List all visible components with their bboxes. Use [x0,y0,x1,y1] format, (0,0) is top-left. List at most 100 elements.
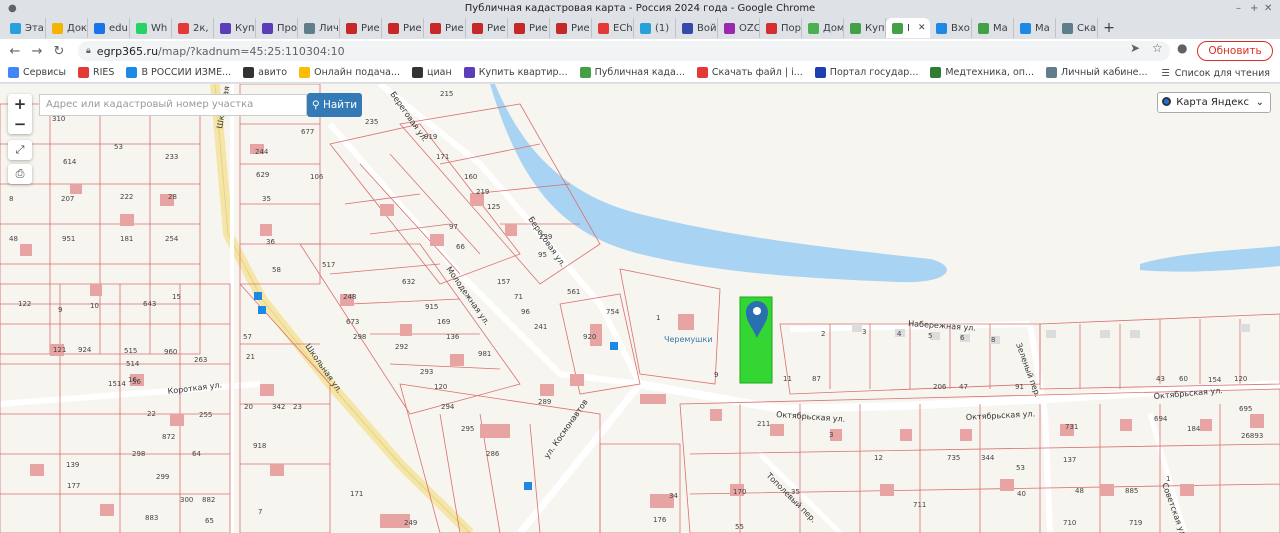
parcel-number: 65 [205,517,214,525]
tab-favicon-icon [808,22,819,34]
parcel-number: 157 [497,278,510,286]
tab-favicon-icon [52,22,63,34]
parcel-number: 298 [132,450,145,458]
bookmark-label: Личный кабине... [1061,67,1148,78]
parcel-number: 342 [272,403,285,411]
zoom-in-button[interactable]: + [8,94,32,114]
browser-tab[interactable]: Ма [1014,18,1056,38]
browser-tab[interactable]: Ска [1056,18,1098,38]
fullscreen-icon[interactable]: ⤢ [8,140,32,160]
browser-tab[interactable]: Лич [298,18,340,38]
browser-tab[interactable]: Рие [508,18,550,38]
address-bar[interactable]: 🔒︎ egrp365.ru/map/?kadnum=45:25:110304:1… [78,41,1170,61]
parcel-number: 263 [194,356,207,364]
parcel-number: 106 [310,173,324,181]
bookmark-item[interactable]: авито [243,67,287,78]
search-icon: ⚲ [311,99,320,111]
map-layer-select[interactable]: Карта Яндекс ⌄ [1157,92,1271,113]
browser-tab[interactable]: Куп [214,18,256,38]
tab-label: Вхо [951,22,970,34]
minimize-button[interactable]: – [1236,0,1241,17]
close-window-button[interactable]: ✕ [1264,0,1272,17]
browser-tab[interactable]: Док [46,18,88,38]
window-menu-icon[interactable]: ● [8,0,17,17]
browser-tab[interactable]: Эта [4,18,46,38]
bookmark-star-icon[interactable]: ☆ [1152,41,1163,55]
profile-avatar-icon[interactable]: ● [1177,41,1187,55]
parcel-number: 673 [346,318,359,326]
browser-tab[interactable]: Рие [466,18,508,38]
parcel-number: 249 [404,519,417,527]
parcel-number: 614 [63,158,77,166]
browser-tab[interactable]: ECh [592,18,634,38]
parcel-number: 136 [446,333,460,341]
browser-tab[interactable]: Куп [844,18,886,38]
map-canvas[interactable]: Школьная ул. Школьная ул. Молодежная ул.… [0,84,1280,533]
parcel-number: 2 [821,330,825,338]
parcel-number: 10 [90,302,99,310]
parcel-number: 28 [168,193,177,201]
browser-toolbar: ← → ↻ 🔒︎ egrp365.ru/map/?kadnum=45:25:11… [0,39,1280,63]
street-label: Октябрьская ул. [776,410,846,424]
tab-label: Рие [445,22,464,34]
new-tab-button[interactable]: + [1098,20,1120,36]
parcel-number: 23 [293,403,302,411]
browser-tab[interactable]: OZC [718,18,760,38]
browser-tab[interactable]: 2к, [172,18,214,38]
cadastral-search-input[interactable]: Адрес или кадастровый номер участка [39,94,307,116]
tab-label: Куп [235,22,255,34]
parcel-number: 171 [350,490,363,498]
cadastral-map[interactable]: Школьная ул. Школьная ул. Молодежная ул.… [0,84,1280,533]
tab-label: Куп [865,22,885,34]
browser-tab[interactable]: Wh [130,18,172,38]
reading-list-button[interactable]: ☰ Список для чтения [1161,63,1270,83]
parcel-number: 294 [441,403,455,411]
tab-label: 2к, [193,22,209,34]
parcel-number: 215 [440,90,453,98]
back-arrow-icon[interactable]: ← [4,44,26,59]
browser-tab[interactable]: I ✕ [886,18,930,38]
forward-arrow-icon[interactable]: → [26,44,48,59]
bookmark-item[interactable]: Скачать файл | i... [696,67,803,78]
parcel-number: 514 [126,360,140,368]
parcel-outlines [0,84,1280,533]
bookmark-item[interactable]: Сервисы [8,67,66,78]
browser-tab[interactable]: Дом [802,18,844,38]
bookmark-item[interactable]: RIES [78,67,114,78]
bookmark-item[interactable]: Публичная када... [579,67,685,78]
browser-tab[interactable]: Рие [424,18,466,38]
browser-tab[interactable]: Вой [676,18,718,38]
browser-tab[interactable]: Ма [972,18,1014,38]
tab-favicon-icon [220,22,231,34]
parcel-number: 915 [425,303,438,311]
browser-tab[interactable]: Вхо [930,18,972,38]
bookmark-item[interactable]: Медтехника, оп... [930,67,1034,78]
browser-tab[interactable]: (1) [634,18,676,38]
tab-label: Ска [1077,22,1097,34]
print-icon[interactable]: ⎙ [8,164,32,184]
search-button[interactable]: ⚲ Найти [307,93,362,117]
maximize-button[interactable]: + [1250,0,1258,17]
browser-tab[interactable]: Про [256,18,298,38]
browser-tab[interactable]: Рие [382,18,424,38]
reload-icon[interactable]: ↻ [48,44,70,59]
street-label: Береговая ул. [526,215,567,268]
browser-tab[interactable]: Пор [760,18,802,38]
browser-tab[interactable]: Рие [550,18,592,38]
parcel-number: 96 [521,308,530,316]
share-icon[interactable]: ➤ [1130,41,1140,55]
bus-stop-icon [254,292,262,300]
browser-tab[interactable]: Рие [340,18,382,38]
reading-list-icon: ☰ [1161,67,1170,79]
bookmark-item[interactable]: Купить квартир... [463,67,568,78]
bookmark-item[interactable]: Портал государ... [814,67,918,78]
bookmark-item[interactable]: Личный кабине... [1046,67,1148,78]
tab-close-icon[interactable]: ✕ [918,23,926,33]
browser-tab[interactable]: edu [88,18,130,38]
tab-favicon-icon [514,22,525,34]
zoom-out-button[interactable]: − [8,114,32,134]
bookmark-item[interactable]: Онлайн подача... [299,67,400,78]
bookmark-item[interactable]: В РОССИИ ИЗМЕ... [126,67,231,78]
update-button[interactable]: Обновить [1197,41,1273,61]
bookmark-item[interactable]: циан [412,67,452,78]
